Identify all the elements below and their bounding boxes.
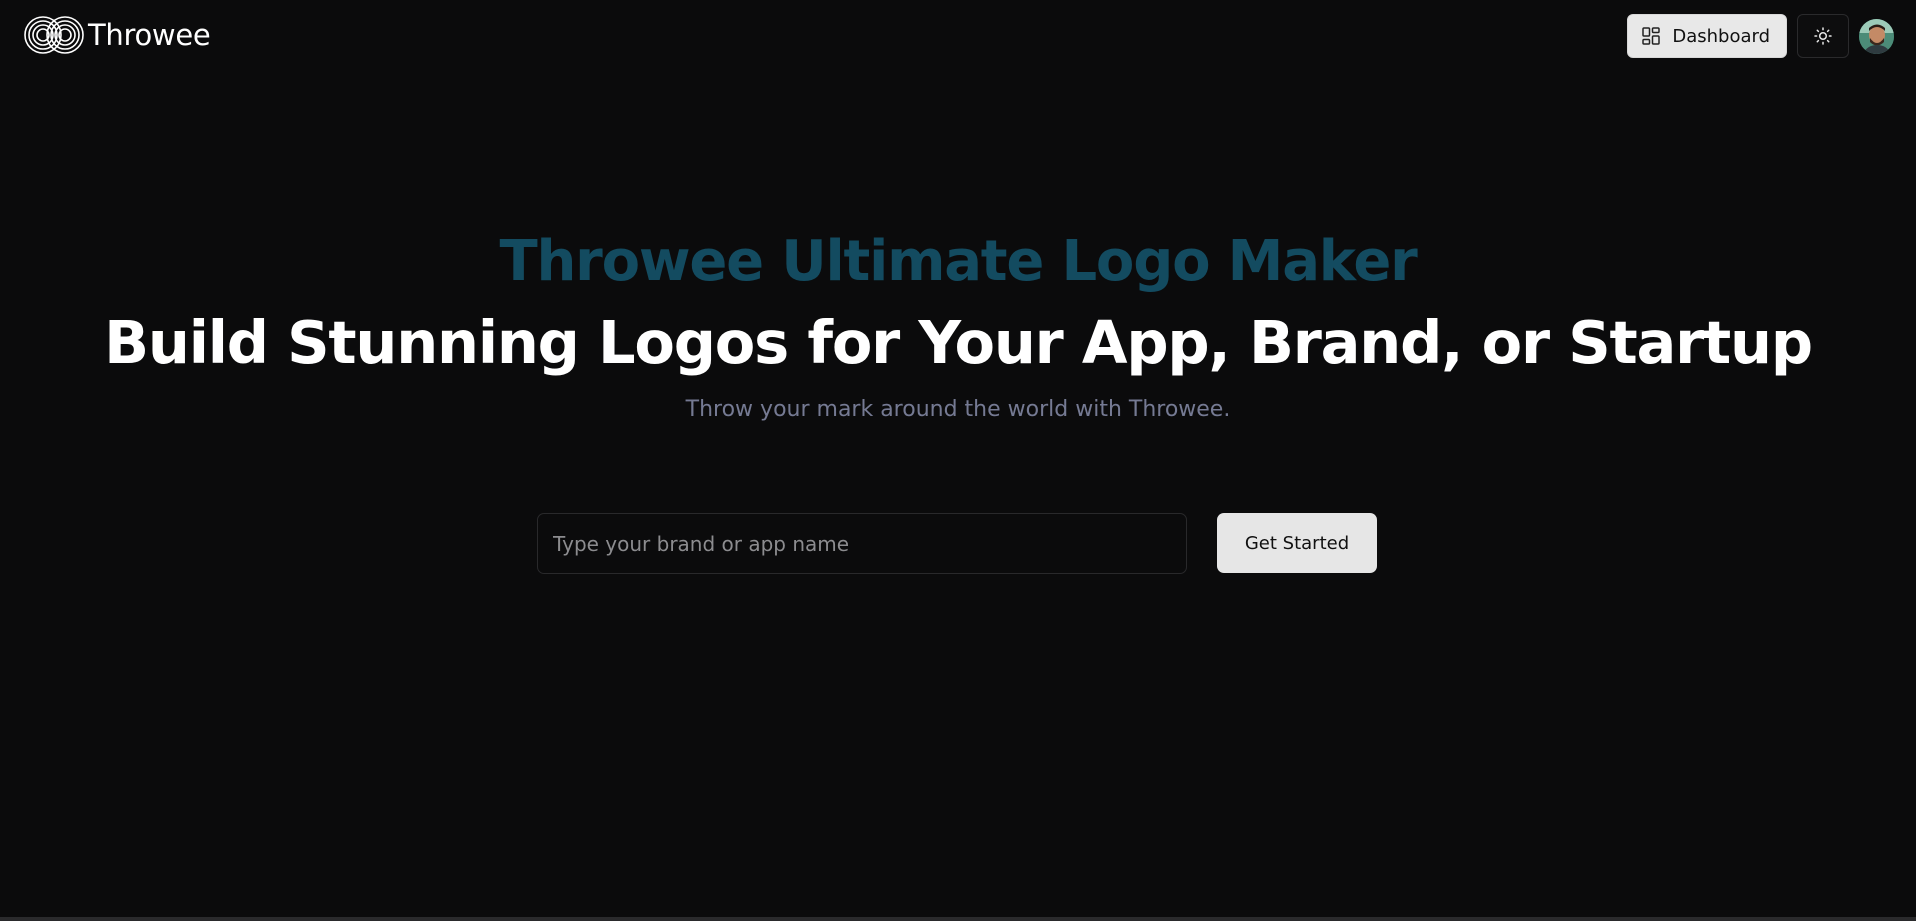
- dashboard-button[interactable]: Dashboard: [1627, 14, 1787, 58]
- hero-subtitle: Throw your mark around the world with Th…: [685, 397, 1231, 422]
- top-navbar: Throwee Dashboard: [0, 0, 1916, 70]
- hero-kicker: Throwee Ultimate Logo Maker: [499, 229, 1417, 294]
- landing-page: Throwee Dashboard Throwee Ultimate Logo …: [0, 0, 1916, 921]
- dashboard-button-label: Dashboard: [1672, 25, 1770, 47]
- theme-toggle-button[interactable]: [1797, 14, 1849, 58]
- dashboard-grid-icon: [1642, 27, 1661, 45]
- hero-section: Throwee Ultimate Logo Maker Build Stunni…: [0, 220, 1916, 423]
- hero-title: Build Stunning Logos for Your App, Brand…: [104, 308, 1813, 377]
- brand-home-link[interactable]: Throwee: [22, 14, 211, 56]
- brand-name-input[interactable]: [537, 513, 1187, 574]
- brand-name: Throwee: [88, 18, 211, 52]
- interlocking-rings-logo-icon: [24, 16, 84, 54]
- sun-icon: [1814, 27, 1832, 45]
- bottom-divider: [0, 917, 1916, 921]
- user-avatar-image: [1859, 18, 1894, 54]
- get-started-button[interactable]: Get Started: [1217, 513, 1377, 573]
- header-actions: Dashboard: [1627, 13, 1894, 59]
- user-avatar[interactable]: [1859, 18, 1894, 54]
